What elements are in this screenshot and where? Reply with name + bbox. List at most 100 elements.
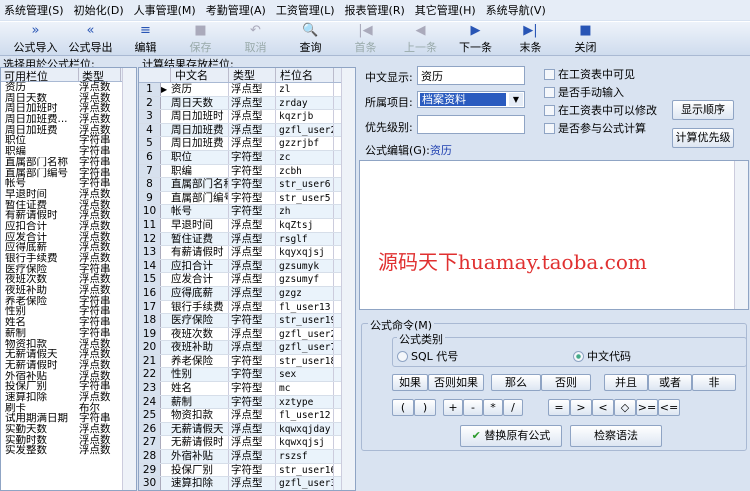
- list-item[interactable]: 直属部门名称 字符串: [1, 157, 136, 168]
- operator-button[interactable]: *: [483, 399, 503, 416]
- toolbar-button[interactable]: « 公式导出: [63, 22, 118, 56]
- list-item[interactable]: 应扣合计 浮点数: [1, 221, 136, 232]
- table-row[interactable]: 21 养老保险 字符型 str_user18: [139, 354, 355, 369]
- list-item[interactable]: 夜班补助 浮点数: [1, 285, 136, 296]
- table-row[interactable]: 19 夜班次数 浮点型 gzfl_user2: [139, 327, 355, 342]
- list-item[interactable]: 姓名 字符串: [1, 317, 136, 328]
- table-row[interactable]: 16 应得底薪 浮点型 gzgz: [139, 286, 355, 301]
- table-row[interactable]: 30 速算扣除 浮点型 gzfl_user3: [139, 477, 355, 490]
- list-item[interactable]: 应发合计 浮点数: [1, 231, 136, 243]
- operator-button[interactable]: <: [592, 399, 614, 416]
- table-row[interactable]: 10 帐号 字符型 zh: [139, 205, 355, 219]
- toolbar-button[interactable]: ■ 关闭: [558, 22, 613, 56]
- table-row[interactable]: 25 物资扣款 浮点型 fl_user12: [139, 409, 355, 423]
- operator-button[interactable]: 那么: [491, 374, 541, 391]
- available-fields-list[interactable]: 可用栏位 类型 资历 浮点数 周日天数 浮点数 周日加班时 浮点数 周日加班费... 浮点数 周日…: [0, 67, 137, 491]
- operator-button[interactable]: ◇: [614, 399, 636, 416]
- list-item[interactable]: 性别 字符串: [1, 306, 136, 317]
- table-row[interactable]: 22 性别 字符型 sex: [139, 368, 355, 383]
- table-row[interactable]: 28 外宿补贴 浮点型 rszsf: [139, 450, 355, 464]
- list-item[interactable]: 实发整数 浮点数: [1, 445, 136, 456]
- table-row[interactable]: 7 职编 字符型 zcbh: [139, 164, 355, 179]
- menu-item[interactable]: 人事管理(M): [134, 2, 196, 18]
- checkbox-calc[interactable]: 是否参与公式计算: [544, 120, 646, 136]
- list-item[interactable]: 速算扣除 浮点数: [1, 392, 136, 403]
- operator-button[interactable]: ): [414, 399, 436, 416]
- table-row[interactable]: 4 周日加班费 浮点型 gzfl_user2: [139, 123, 355, 138]
- list-item[interactable]: 暂住证费 浮点数: [1, 199, 136, 211]
- list-item[interactable]: 医疗保险 字符串: [1, 263, 136, 275]
- toolbar-button[interactable]: ↶ 取消: [228, 22, 283, 56]
- operator-button[interactable]: /: [503, 399, 523, 416]
- table-row[interactable]: 26 无薪请假天 浮点型 kqwxqjday: [139, 422, 355, 437]
- scrollbar[interactable]: [734, 161, 748, 309]
- list-item[interactable]: 养老保险 字符串: [1, 296, 136, 307]
- list-item[interactable]: 周日加班费 浮点数: [1, 125, 136, 136]
- operator-button[interactable]: (: [392, 399, 414, 416]
- column-header-name[interactable]: 中文名: [171, 68, 229, 82]
- table-row[interactable]: 9 直属部门编号 字符型 str_user5: [139, 191, 355, 206]
- menu-item[interactable]: 系统管理(S): [4, 2, 64, 18]
- radio-chinese[interactable]: 中文代码: [573, 348, 631, 364]
- menu-item[interactable]: 初始化(D): [74, 2, 124, 18]
- operator-button[interactable]: -: [463, 399, 483, 416]
- list-item[interactable]: 外宿补贴 浮点数: [1, 370, 136, 382]
- toolbar-button[interactable]: ▶ 下一条: [448, 22, 503, 56]
- radio-sql[interactable]: SQL 代号: [397, 348, 458, 364]
- table-row[interactable]: 15 应发合计 浮点型 gzsumyf: [139, 273, 355, 287]
- table-row[interactable]: 3 周日加班时 浮点型 kqzrjb: [139, 110, 355, 124]
- cn-display-input[interactable]: [417, 66, 525, 85]
- display-order-button[interactable]: 显示顺序: [672, 100, 734, 120]
- list-item[interactable]: 早退时间 浮点数: [1, 189, 136, 200]
- operator-button[interactable]: >: [570, 399, 592, 416]
- calc-priority-button[interactable]: 计算优先级: [672, 128, 734, 148]
- table-row[interactable]: 11 早退时间 浮点型 kqZtsj: [139, 218, 355, 233]
- table-row[interactable]: 12 暂住证费 浮点型 rsglf: [139, 232, 355, 247]
- column-header-field[interactable]: 栏位名: [276, 68, 334, 82]
- table-row[interactable]: 6 职位 字符型 zc: [139, 150, 355, 165]
- table-row[interactable]: 8 直属部门名称 字符型 str_user6: [139, 178, 355, 192]
- check-syntax-button[interactable]: 检察语法: [570, 425, 662, 447]
- toolbar-button[interactable]: ◀ 上一条: [393, 22, 448, 56]
- operator-button[interactable]: >=: [636, 399, 658, 416]
- menu-item[interactable]: 系统导航(V): [486, 2, 546, 18]
- table-row[interactable]: 23 姓名 字符型 mc: [139, 382, 355, 396]
- table-row[interactable]: 27 无薪请假时 浮点型 kqwxqjsj: [139, 436, 355, 451]
- list-item[interactable]: 物资扣款 浮点数: [1, 338, 136, 350]
- list-item[interactable]: 无薪请假天 浮点数: [1, 349, 136, 360]
- scrollbar[interactable]: [122, 68, 136, 490]
- table-row[interactable]: 18 医疗保险 字符型 str_user19: [139, 314, 355, 328]
- priority-input[interactable]: [417, 115, 525, 134]
- list-item[interactable]: 资历 浮点数: [1, 82, 136, 93]
- list-item[interactable]: 投保厂别 字符串: [1, 381, 136, 392]
- list-item[interactable]: 直属部门编号 字符串: [1, 167, 136, 179]
- column-header-field[interactable]: 可用栏位: [1, 68, 79, 83]
- list-item[interactable]: 周日加班费... 浮点数: [1, 114, 136, 125]
- list-item[interactable]: 无薪请假时 浮点数: [1, 360, 136, 371]
- toolbar-button[interactable]: 🔍 查询: [283, 22, 338, 56]
- list-item[interactable]: 试用期满日期 字符串: [1, 413, 136, 424]
- checkbox-editable[interactable]: 在工资表中可以修改: [544, 102, 657, 118]
- list-item[interactable]: 夜班次数 浮点数: [1, 274, 136, 285]
- list-item[interactable]: 实勤时数 浮点数: [1, 434, 136, 446]
- operator-button[interactable]: 或者: [648, 374, 692, 391]
- menu-item[interactable]: 其它管理(H): [415, 2, 476, 18]
- column-header-type[interactable]: 类型: [229, 68, 276, 82]
- table-row[interactable]: 29 投保厂别 字符型 str_user16: [139, 463, 355, 478]
- list-item[interactable]: 周日天数 浮点数: [1, 92, 136, 104]
- list-item[interactable]: 有薪请假时 浮点数: [1, 210, 136, 221]
- item-select[interactable]: 档案资料 ▼: [417, 91, 525, 108]
- toolbar-button[interactable]: ■ 保存: [173, 22, 228, 56]
- toolbar-button[interactable]: ▶| 末条: [503, 22, 558, 56]
- menu-item[interactable]: 报表管理(R): [345, 2, 405, 18]
- list-item[interactable]: 刷卡 布尔: [1, 402, 136, 414]
- operator-button[interactable]: 如果: [392, 374, 428, 391]
- table-row[interactable]: 5 周日加班费 浮点型 gzzrjbf: [139, 137, 355, 151]
- list-item[interactable]: 帐号 字符串: [1, 178, 136, 189]
- toolbar-button[interactable]: |◀ 首条: [338, 22, 393, 56]
- table-row[interactable]: 13 有薪请假时 浮点型 kqyxqjsj: [139, 246, 355, 260]
- menu-item[interactable]: 工资管理(L): [276, 2, 335, 18]
- formula-editor[interactable]: 源码天下huamay.taoba.com: [359, 160, 749, 310]
- list-item[interactable]: 实勤天数 浮点数: [1, 424, 136, 435]
- list-item[interactable]: 职位 字符串: [1, 135, 136, 146]
